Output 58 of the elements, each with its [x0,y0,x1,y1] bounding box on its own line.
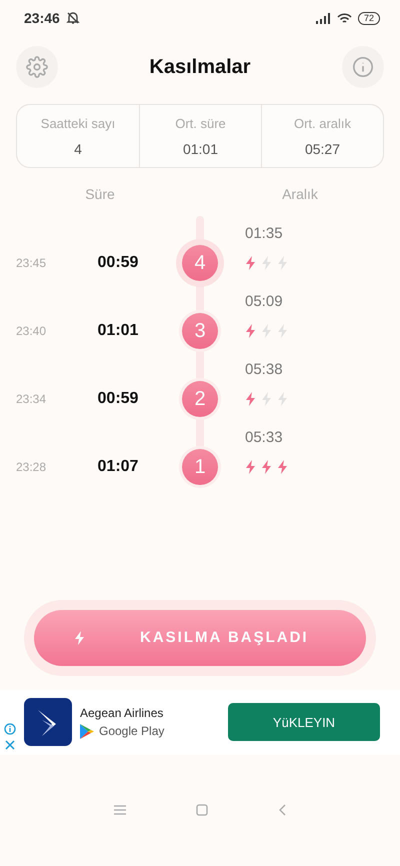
interval-value: 01:35 [245,225,283,242]
lightning-icon [245,256,257,270]
lightning-icon [245,460,257,474]
page-title: Kasılmalar [149,56,251,78]
home-icon[interactable] [196,804,208,816]
settings-icon [26,56,48,78]
back-icon[interactable] [278,804,286,816]
start-time: 23:45 [16,256,48,270]
play-store-icon [80,724,94,738]
menu-icon[interactable] [114,805,126,816]
stat-value: 4 [74,140,82,156]
lightning-icon [261,392,273,406]
column-header: Aralık [282,186,318,202]
lightning-icon [74,630,86,644]
duration-value: 00:59 [98,390,138,408]
install-button[interactable]: YüKLEYIN [228,703,380,741]
muted-bell-icon [66,11,80,25]
stat-value: 01:01 [182,140,218,156]
start-contraction-button[interactable]: KASILMA BAŞLADI [34,610,366,666]
ad-title: Aegean Airlines [80,706,164,720]
lightning-icon [245,324,257,338]
duration-value: 01:01 [98,322,138,340]
lightning-icon [277,460,289,474]
start-time: 23:34 [16,392,48,406]
wifi-icon [336,12,352,24]
lightning-icon [277,256,289,270]
interval-value: 05:38 [245,361,283,378]
status-time: 23:46 [24,10,60,26]
lightning-icon [277,324,289,338]
contraction-number[interactable]: 1 [182,449,218,485]
store-name: Google Play [99,724,164,738]
settings-button[interactable] [16,46,58,88]
stat-label: Saatteki sayı [40,116,116,130]
contraction-number[interactable]: 4 [182,245,218,281]
info-button[interactable] [342,46,384,88]
contraction-number[interactable]: 3 [182,313,218,349]
lightning-icon [261,460,273,474]
start-time: 23:40 [16,324,48,338]
lightning-icon [261,324,273,338]
battery-indicator: 72 [358,12,380,24]
stat-label: Ort. aralık [294,116,352,130]
stat-label: Ort. süre [175,116,226,130]
column-header: Süre [85,186,115,202]
lightning-icon [277,392,289,406]
duration-value: 01:07 [98,458,138,476]
start-time: 23:28 [16,460,48,474]
app-logo-icon [24,698,72,746]
duration-value: 00:59 [98,254,138,272]
close-icon[interactable] [4,738,16,750]
lightning-icon [261,256,273,270]
info-icon [352,56,374,78]
stat-value: 05:27 [304,140,340,156]
contraction-number[interactable]: 2 [182,381,218,417]
interval-value: 05:33 [245,429,283,446]
info-icon[interactable] [4,722,16,734]
signal-icon [316,12,331,24]
interval-value: 05:09 [245,293,283,310]
lightning-icon [245,392,257,406]
